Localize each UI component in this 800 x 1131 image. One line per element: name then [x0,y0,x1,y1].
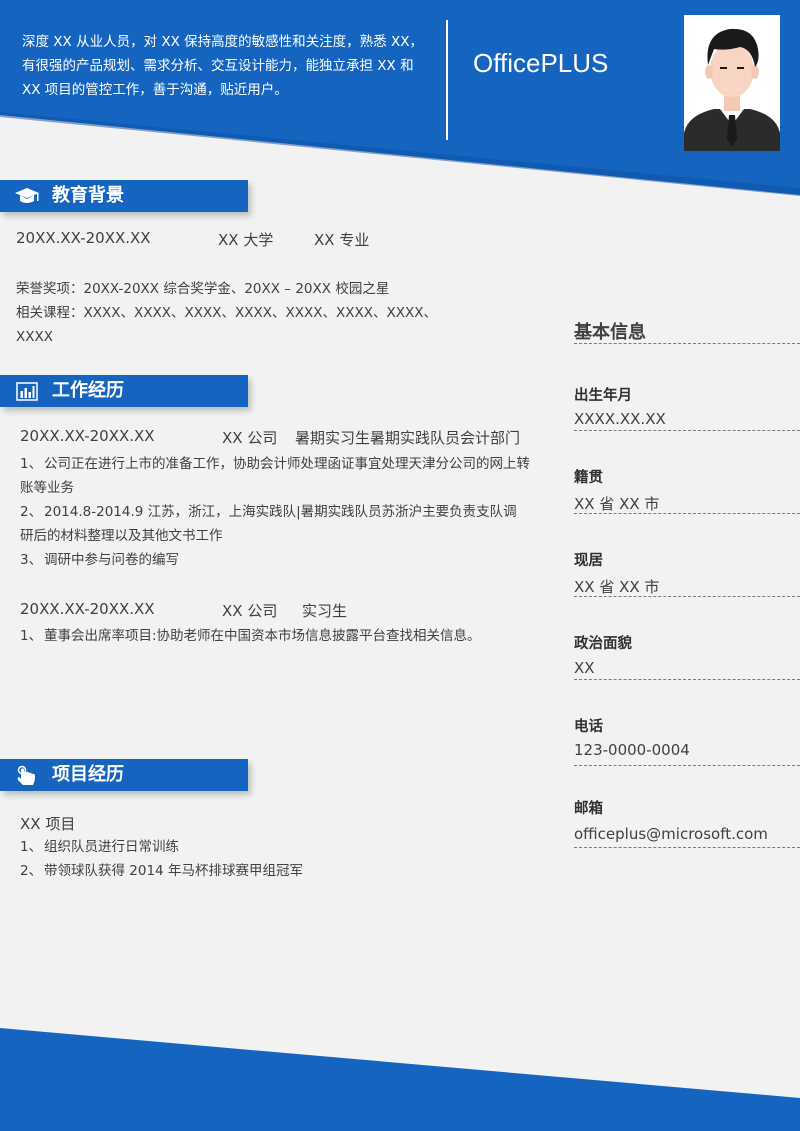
job-1-item-1: 1、 公司正在进行上市的准备工作，协助会计师处理函证事宜处理天津分公司的网上转账等… [20,456,530,496]
education-courses: 相关课程：XXXX、XXXX、XXXX、XXXX、XXXX、XXXX、XXXX、… [16,305,437,345]
residence-value: XX 省 XX 市 [574,578,660,596]
phone-value: 123-0000-0004 [574,741,690,759]
phone-label: 电话 [574,719,603,735]
job-1-item-3: 3、 调研中参与问卷的编写 [20,552,179,568]
job-1-item-2: 2、 2014.8-2014.9 江苏，浙江，上海实践队|暑期实践队员苏浙沪主要负… [20,504,517,544]
bar-chart-icon [16,382,38,401]
job-2-role: 实习生 [302,602,348,620]
avatar [684,15,780,151]
residence-label: 现居 [574,553,603,569]
divider [574,679,800,680]
divider [574,513,800,514]
header-divider [446,20,448,140]
work-title: 工作经历 [52,380,124,401]
education-date: 20XX.XX-20XX.XX [16,229,151,247]
political-value: XX [574,659,595,677]
divider [574,343,800,344]
education-major: XX 专业 [314,231,370,249]
divider [574,847,800,848]
hand-pointer-icon [17,765,35,785]
project-item-2: 2、 带领球队获得 2014 年马杯排球赛甲组冠军 [20,863,303,879]
birth-label: 出生年月 [574,388,632,404]
hometown-label: 籍贯 [574,470,603,486]
job-2-item-1: 1、 董事会出席率项目:协助老师在中国资本市场信息披露平台查找相关信息。 [20,628,481,644]
job-1-date: 20XX.XX-20XX.XX [20,427,155,445]
political-label: 政治面貌 [574,636,632,652]
divider [574,430,800,431]
job-2-company: XX 公司 [222,602,278,620]
project-name: XX 项目 [20,815,76,833]
email-label: 邮箱 [574,801,603,817]
brand-name: OfficePLUS [473,48,609,78]
email-value[interactable]: officeplus@microsoft.com [574,825,768,843]
project-item-1: 1、 组织队员进行日常训练 [20,839,179,855]
project-title: 项目经历 [52,764,124,785]
divider [574,596,800,597]
intro-text: 深度 XX 从业人员，对 XX 保持高度的敏感性和关注度，熟悉 XX，有很强的产… [22,34,423,98]
hometown-value: XX 省 XX 市 [574,495,660,513]
education-school: XX 大学 [218,231,274,249]
footer-banner [0,1028,800,1131]
job-1-role: 暑期实习生暑期实践队员会计部门 [295,429,521,447]
education-honors: 荣誉奖项：20XX-20XX 综合奖学金、20XX – 20XX 校园之星 [16,281,390,297]
birth-value: XXXX.XX.XX [574,410,666,428]
basic-info-title: 基本信息 [574,322,646,343]
graduation-cap-icon [15,188,39,203]
job-1-company: XX 公司 [222,429,278,447]
education-title: 教育背景 [52,185,124,206]
divider [574,765,800,766]
job-2-date: 20XX.XX-20XX.XX [20,600,155,618]
